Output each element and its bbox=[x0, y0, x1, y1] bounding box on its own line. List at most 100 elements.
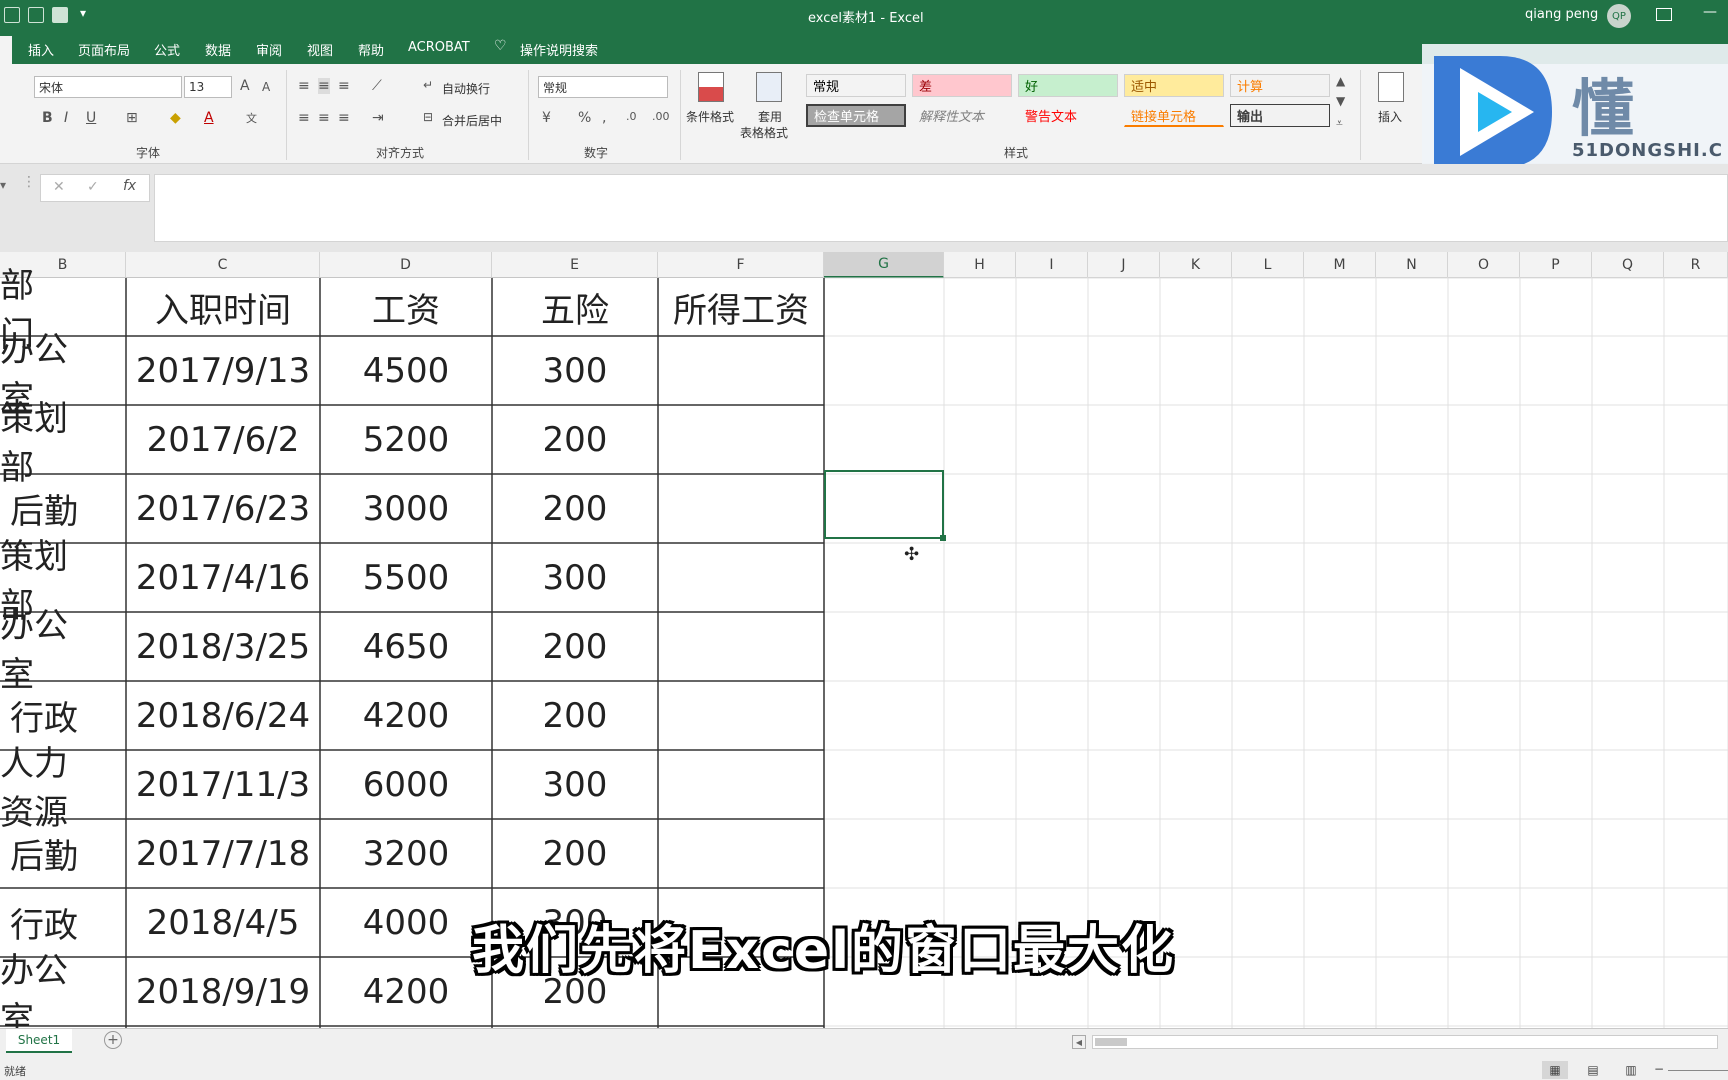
table-header-cell[interactable]: 五险 bbox=[492, 278, 658, 336]
table-cell[interactable]: 300 bbox=[492, 336, 658, 405]
user-name[interactable]: qiang peng bbox=[1525, 7, 1598, 22]
border-icon[interactable]: ⊞ bbox=[126, 110, 138, 126]
indent-icon[interactable]: ⇥ bbox=[372, 110, 384, 126]
merge-center-button[interactable]: 合并后居中 bbox=[442, 112, 502, 129]
qat-dropdown-icon[interactable]: ▾ bbox=[80, 6, 86, 20]
tab-home-active[interactable] bbox=[0, 36, 12, 64]
sheet-tab[interactable]: Sheet1 bbox=[6, 1029, 72, 1053]
table-cell[interactable] bbox=[658, 681, 824, 750]
conditional-format-button[interactable]: 条件格式 bbox=[686, 108, 734, 125]
zoom-slider[interactable] bbox=[1668, 1070, 1728, 1071]
minimize-icon[interactable]: — bbox=[1703, 4, 1717, 20]
table-cell[interactable]: 5200 bbox=[320, 405, 492, 474]
enter-icon[interactable]: ✓ bbox=[87, 179, 99, 195]
phonetic-icon[interactable]: 文 bbox=[246, 110, 257, 126]
currency-icon[interactable]: ¥ bbox=[542, 110, 551, 126]
table-cell[interactable]: 2018/3/25 bbox=[126, 612, 320, 681]
table-cell[interactable]: 3200 bbox=[320, 819, 492, 888]
align-middle-icon[interactable]: ≡ bbox=[318, 78, 330, 94]
grow-font-icon[interactable]: A bbox=[240, 78, 250, 94]
table-cell[interactable] bbox=[658, 750, 824, 819]
table-cell[interactable]: 6000 bbox=[320, 750, 492, 819]
number-format-select[interactable]: 常规 bbox=[538, 76, 668, 98]
align-bottom-icon[interactable]: ≡ bbox=[338, 78, 350, 94]
scroll-thumb[interactable] bbox=[1095, 1038, 1127, 1046]
shrink-font-icon[interactable]: A bbox=[262, 80, 270, 94]
ribbon-display-icon[interactable] bbox=[1656, 8, 1672, 21]
table-cell[interactable]: 4500 bbox=[320, 336, 492, 405]
tab-view[interactable]: 视图 bbox=[307, 40, 333, 59]
align-top-icon[interactable]: ≡ bbox=[298, 78, 310, 94]
format-table-button-1[interactable]: 套用 bbox=[758, 108, 782, 125]
table-cell[interactable]: 2017/6/2 bbox=[126, 405, 320, 474]
percent-icon[interactable]: % bbox=[578, 110, 591, 126]
table-cell[interactable]: 200 bbox=[492, 681, 658, 750]
font-name-select[interactable]: 宋体 bbox=[34, 76, 182, 98]
table-cell[interactable] bbox=[658, 819, 824, 888]
table-cell[interactable]: 3000 bbox=[320, 474, 492, 543]
table-cell[interactable]: 2017/4/16 bbox=[126, 543, 320, 612]
table-cell[interactable]: 5500 bbox=[320, 543, 492, 612]
scroll-left-icon[interactable]: ◀ bbox=[1072, 1035, 1086, 1049]
style-output[interactable]: 输出 bbox=[1230, 104, 1330, 127]
spreadsheet-grid[interactable]: BCDEFGHIJKLMNOPQR 部 门入职时间 工资 五险 所得工资 办公室 2017… bbox=[0, 252, 1728, 1028]
cancel-icon[interactable]: ✕ bbox=[53, 179, 65, 195]
table-cell[interactable]: 2017/6/23 bbox=[126, 474, 320, 543]
table-cell[interactable] bbox=[658, 543, 824, 612]
tab-acrobat[interactable]: ACROBAT bbox=[408, 40, 470, 55]
gallery-more-icon[interactable]: ⩡ bbox=[1336, 116, 1343, 131]
align-center-icon[interactable]: ≡ bbox=[318, 110, 330, 126]
new-file-icon[interactable] bbox=[28, 7, 44, 23]
italic-icon[interactable]: I bbox=[64, 110, 68, 126]
add-sheet-icon[interactable]: + bbox=[104, 1031, 122, 1049]
table-cell[interactable]: 2018/4/5 bbox=[126, 888, 320, 957]
table-header-cell[interactable]: 入职时间 bbox=[126, 278, 320, 336]
style-explanatory[interactable]: 解释性文本 bbox=[912, 104, 1012, 127]
table-cell[interactable]: 300 bbox=[492, 750, 658, 819]
align-left-icon[interactable]: ≡ bbox=[298, 110, 310, 126]
table-cell[interactable]: 2018/6/24 bbox=[126, 681, 320, 750]
wrap-text-button[interactable]: 自动换行 bbox=[442, 80, 490, 97]
function-icon[interactable]: fx bbox=[123, 178, 136, 194]
bold-icon[interactable]: B bbox=[42, 110, 53, 126]
table-cell[interactable]: 2017/7/18 bbox=[126, 819, 320, 888]
style-bad[interactable]: 差 bbox=[912, 74, 1012, 97]
table-cell[interactable]: 200 bbox=[492, 405, 658, 474]
tab-insert[interactable]: 插入 bbox=[28, 40, 54, 59]
decrease-decimal-icon[interactable]: .00 bbox=[652, 110, 670, 123]
font-size-select[interactable]: 13 bbox=[184, 76, 232, 98]
comma-icon[interactable]: , bbox=[602, 110, 606, 126]
table-cell[interactable] bbox=[658, 612, 824, 681]
insert-button[interactable]: 插入 bbox=[1378, 108, 1402, 125]
increase-decimal-icon[interactable]: .0 bbox=[626, 110, 637, 123]
table-cell[interactable]: 200 bbox=[492, 819, 658, 888]
table-cell[interactable]: 200 bbox=[492, 474, 658, 543]
fill-handle[interactable] bbox=[940, 535, 946, 541]
table-cell[interactable]: 4200 bbox=[320, 957, 492, 1026]
fill-color-icon[interactable]: ◆ bbox=[170, 110, 181, 126]
style-good[interactable]: 好 bbox=[1018, 74, 1118, 97]
underline-icon[interactable]: U bbox=[86, 110, 96, 126]
table-cell[interactable]: 2017/11/3 bbox=[126, 750, 320, 819]
save-icon[interactable] bbox=[52, 7, 68, 23]
tab-review[interactable]: 审阅 bbox=[256, 40, 282, 59]
table-header-cell[interactable]: 工资 bbox=[320, 278, 492, 336]
table-cell[interactable]: 200 bbox=[492, 612, 658, 681]
table-cell[interactable] bbox=[658, 336, 824, 405]
avatar[interactable]: QP bbox=[1607, 4, 1631, 28]
font-color-icon[interactable]: A bbox=[204, 110, 214, 126]
table-cell[interactable]: 300 bbox=[492, 543, 658, 612]
style-neutral[interactable]: 适中 bbox=[1124, 74, 1224, 97]
table-cell[interactable]: 2018/9/19 bbox=[126, 957, 320, 1026]
align-right-icon[interactable]: ≡ bbox=[338, 110, 350, 126]
horizontal-scrollbar[interactable] bbox=[1092, 1035, 1718, 1049]
table-cell[interactable]: 人力资源 bbox=[0, 744, 126, 833]
table-cell[interactable]: 2017/9/13 bbox=[126, 336, 320, 405]
table-cell[interactable]: 4650 bbox=[320, 612, 492, 681]
table-cell[interactable]: 策划部 bbox=[0, 399, 126, 488]
app-icon[interactable] bbox=[4, 7, 20, 23]
zoom-out-icon[interactable]: − bbox=[1654, 1062, 1664, 1076]
table-cell[interactable]: 办公室 bbox=[0, 951, 126, 1029]
orientation-icon[interactable]: ⟋ bbox=[372, 78, 382, 94]
selected-cell[interactable] bbox=[824, 470, 946, 541]
